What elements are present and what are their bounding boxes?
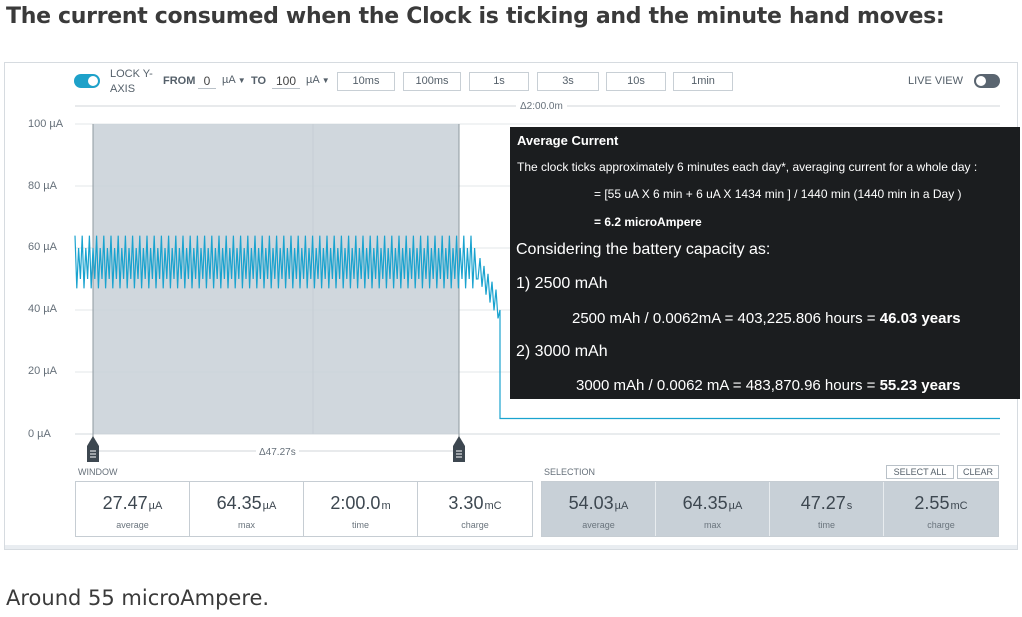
selection-left-handle[interactable] [87,436,99,462]
stat-caption: time [817,520,835,530]
stat-unit: µA [262,500,277,512]
selection-stats: 54.03µA average 64.35µA max 47.27s time … [541,481,999,537]
selection-time-stat: 47.27s time [770,482,884,536]
stat-value: 27.47 [102,493,148,513]
stat-caption: average [582,520,615,530]
stat-unit: s [846,500,853,512]
annotation-result: = 6.2 microAmpere [594,215,702,229]
stat-unit: mC [950,500,968,512]
average-current-annotation: Average Current The clock ticks approxim… [510,127,1020,399]
window-time-stat: 2:00.0m time [304,482,418,536]
stat-unit: mC [484,500,502,512]
selection-average-stat: 54.03µA average [542,482,656,536]
selection-duration-label: Δ47.27s [256,447,299,458]
annotation-line: Considering the battery capacity as: [516,241,771,258]
annotation-line: The clock ticks approximately 6 minutes … [517,160,978,174]
selection-charge-stat: 2.55mC charge [884,482,998,536]
selection-right-handle[interactable] [453,436,465,462]
annotation-result: 46.03 years [879,310,961,327]
stat-caption: average [116,520,149,530]
annotation-title: Average Current [517,133,619,148]
stat-caption: time [351,520,369,530]
select-all-button[interactable]: SELECT ALL [886,465,954,479]
window-max-stat: 64.35µA max [190,482,304,536]
window-charge-stat: 3.30mC charge [418,482,532,536]
stat-unit: µA [614,500,629,512]
annotation-result: 55.23 years [879,377,961,394]
stat-value: 47.27 [800,493,846,513]
stat-unit: µA [728,500,743,512]
stat-caption: charge [927,520,955,530]
stat-unit: µA [148,500,163,512]
window-duration-label: Δ2:00.0m [516,101,567,112]
footer-caption: Around 55 microAmpere. [6,586,270,610]
stat-caption: max [703,520,721,530]
window-stats: 27.47µA average 64.35µA max 2:00.0m time… [75,481,533,537]
stat-value: 64.35 [216,493,262,513]
selection-section-label: SELECTION [544,467,596,477]
stat-value: 64.35 [682,493,728,513]
annotation-line: 1) 2500 mAh [516,275,608,292]
stat-unit: m [381,500,391,512]
stat-value: 2.55 [914,493,950,513]
selection-max-stat: 64.35µA max [656,482,770,536]
stat-value: 54.03 [568,493,614,513]
stat-value: 3.30 [448,493,484,513]
stat-caption: charge [461,520,489,530]
annotation-line: 2500 mAh / 0.0062mA = 403,225.806 hours … [572,310,961,327]
annotation-line: 3000 mAh / 0.0062 mA = 483,870.96 hours … [576,377,961,394]
window-average-stat: 27.47µA average [76,482,190,536]
annotation-line: = [55 uA X 6 min + 6 uA X 1434 min ] / 1… [594,187,962,201]
window-section-label: WINDOW [78,467,118,477]
annotation-line: 2) 3000 mAh [516,343,608,360]
stat-caption: max [237,520,255,530]
stat-value: 2:00.0 [330,493,381,513]
clear-selection-button[interactable]: CLEAR [957,465,999,479]
